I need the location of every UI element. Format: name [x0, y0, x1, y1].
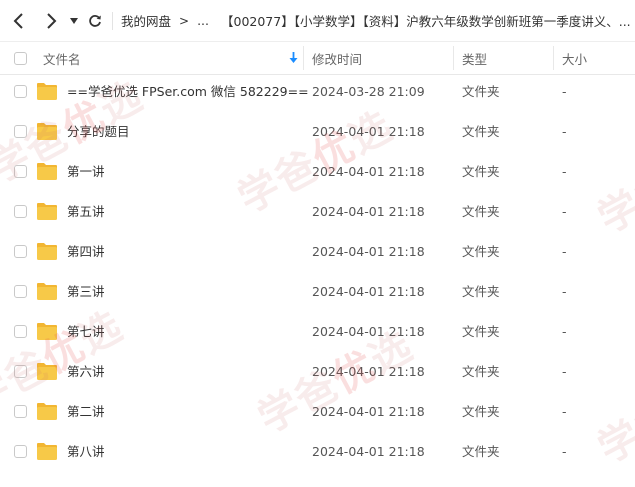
folder-icon — [37, 163, 57, 180]
back-button[interactable] — [0, 0, 38, 41]
refresh-icon — [89, 14, 101, 27]
row-checkbox[interactable] — [14, 325, 27, 338]
folder-icon — [37, 123, 57, 140]
row-checkbox[interactable] — [14, 445, 27, 458]
file-name[interactable]: 分享的题目 — [67, 112, 130, 152]
file-row[interactable]: 第六讲 2024-04-01 21:18 文件夹 - — [0, 352, 635, 392]
breadcrumb-item-ellipsis[interactable]: ... — [197, 13, 209, 28]
chevron-right-icon — [47, 12, 57, 29]
row-checkbox[interactable] — [14, 245, 27, 258]
file-row[interactable]: 分享的题目 2024-04-01 21:18 文件夹 - — [0, 112, 635, 152]
file-row[interactable]: 第七讲 2024-04-01 21:18 文件夹 - — [0, 312, 635, 352]
file-modified-time: 2024-04-01 21:18 — [312, 164, 425, 179]
file-row[interactable]: 第八讲 2024-04-01 21:18 文件夹 - — [0, 432, 635, 472]
file-size: - — [562, 204, 567, 219]
column-header-modified[interactable]: 修改时间 — [312, 42, 362, 74]
row-checkbox[interactable] — [14, 85, 27, 98]
row-checkbox[interactable] — [14, 125, 27, 138]
sort-button[interactable] — [289, 42, 298, 74]
file-name[interactable]: 第七讲 — [67, 312, 105, 352]
file-size: - — [562, 244, 567, 259]
column-divider[interactable] — [453, 46, 454, 70]
column-divider[interactable] — [553, 46, 554, 70]
row-checkbox[interactable] — [14, 405, 27, 418]
refresh-button[interactable] — [84, 0, 106, 41]
folder-icon — [37, 203, 57, 220]
file-size: - — [562, 404, 567, 419]
file-modified-time: 2024-03-28 21:09 — [312, 84, 425, 99]
file-type: 文件夹 — [462, 444, 500, 459]
file-modified-time: 2024-04-01 21:18 — [312, 444, 425, 459]
folder-icon — [37, 243, 57, 260]
file-modified-time: 2024-04-01 21:18 — [312, 324, 425, 339]
file-size: - — [562, 284, 567, 299]
arrow-down-icon — [289, 52, 298, 63]
file-type: 文件夹 — [462, 244, 500, 259]
row-checkbox[interactable] — [14, 285, 27, 298]
folder-icon — [37, 363, 57, 380]
file-size: - — [562, 84, 567, 99]
file-name[interactable]: ==学爸优选 FPSer.com 微信 582229== — [67, 72, 309, 112]
folder-icon — [37, 83, 57, 100]
folder-icon — [37, 403, 57, 420]
column-divider[interactable] — [303, 46, 304, 70]
file-name[interactable]: 第八讲 — [67, 432, 105, 472]
caret-down-icon — [70, 17, 78, 24]
file-modified-time: 2024-04-01 21:18 — [312, 204, 425, 219]
breadcrumb: 我的网盘 > ... 【002077】【小学数学】【资料】沪教六年级数学创新班第… — [121, 11, 631, 30]
file-name[interactable]: 第六讲 — [67, 352, 105, 392]
file-row[interactable]: 第五讲 2024-04-01 21:18 文件夹 - — [0, 192, 635, 232]
breadcrumb-item-root[interactable]: 我的网盘 — [121, 11, 171, 30]
nav-divider — [112, 11, 113, 30]
folder-icon — [37, 283, 57, 300]
select-all-checkbox[interactable] — [14, 52, 27, 65]
file-type: 文件夹 — [462, 204, 500, 219]
file-modified-time: 2024-04-01 21:18 — [312, 404, 425, 419]
column-header-size[interactable]: 大小 — [562, 42, 587, 74]
file-size: - — [562, 164, 567, 179]
forward-button[interactable] — [38, 0, 64, 41]
file-modified-time: 2024-04-01 21:18 — [312, 284, 425, 299]
file-modified-time: 2024-04-01 21:18 — [312, 244, 425, 259]
file-name[interactable]: 第二讲 — [67, 392, 105, 432]
file-row[interactable]: 第一讲 2024-04-01 21:18 文件夹 - — [0, 152, 635, 192]
file-row[interactable]: ==学爸优选 FPSer.com 微信 582229== 2024-03-28 … — [0, 72, 635, 112]
file-type: 文件夹 — [462, 364, 500, 379]
file-size: - — [562, 324, 567, 339]
chevron-left-icon — [13, 12, 23, 29]
file-modified-time: 2024-04-01 21:18 — [312, 364, 425, 379]
file-type: 文件夹 — [462, 84, 500, 99]
row-checkbox[interactable] — [14, 365, 27, 378]
file-type: 文件夹 — [462, 284, 500, 299]
file-name[interactable]: 第一讲 — [67, 152, 105, 192]
column-header-name[interactable]: 文件名 — [43, 42, 81, 74]
column-header-type[interactable]: 类型 — [462, 42, 487, 74]
file-size: - — [562, 444, 567, 459]
row-checkbox[interactable] — [14, 205, 27, 218]
history-dropdown-button[interactable] — [64, 0, 84, 41]
folder-icon — [37, 323, 57, 340]
file-type: 文件夹 — [462, 324, 500, 339]
file-type: 文件夹 — [462, 164, 500, 179]
breadcrumb-separator: > — [179, 13, 190, 28]
file-type: 文件夹 — [462, 124, 500, 139]
folder-icon — [37, 443, 57, 460]
file-name[interactable]: 第三讲 — [67, 272, 105, 312]
file-size: - — [562, 364, 567, 379]
file-list-header: 文件名 修改时间 类型 大小 — [0, 42, 635, 75]
file-name[interactable]: 第四讲 — [67, 232, 105, 272]
file-name[interactable]: 第五讲 — [67, 192, 105, 232]
row-checkbox[interactable] — [14, 165, 27, 178]
file-row[interactable]: 第二讲 2024-04-01 21:18 文件夹 - — [0, 392, 635, 432]
navigation-bar: 我的网盘 > ... 【002077】【小学数学】【资料】沪教六年级数学创新班第… — [0, 0, 635, 42]
file-size: - — [562, 124, 567, 139]
file-row[interactable]: 第四讲 2024-04-01 21:18 文件夹 - — [0, 232, 635, 272]
breadcrumb-item-current[interactable]: 【002077】【小学数学】【资料】沪教六年级数学创新班第一季度讲义、... — [221, 11, 631, 30]
file-row[interactable]: 第三讲 2024-04-01 21:18 文件夹 - — [0, 272, 635, 312]
file-type: 文件夹 — [462, 404, 500, 419]
file-modified-time: 2024-04-01 21:18 — [312, 124, 425, 139]
